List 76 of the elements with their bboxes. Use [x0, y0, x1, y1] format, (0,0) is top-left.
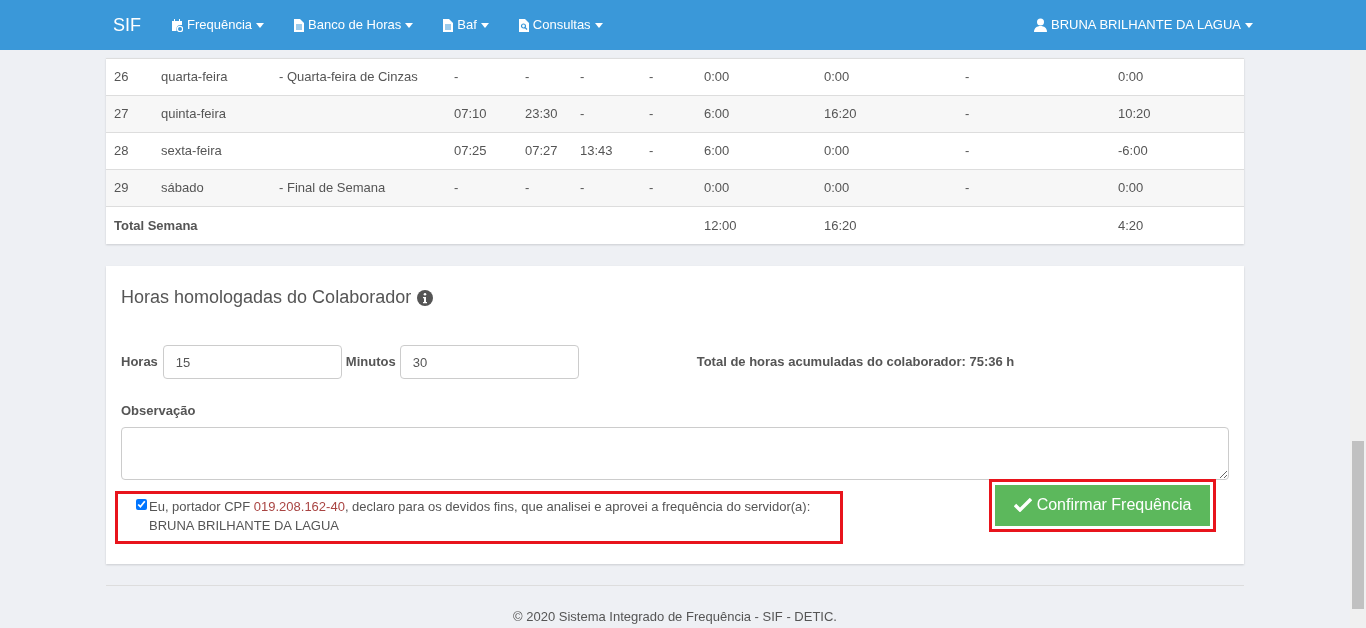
caret-icon: [256, 22, 265, 28]
table-cell-text: 07:27: [524, 142, 559, 161]
user-menu[interactable]: BRUNA BRILHANTE DA LAGUA: [1034, 15, 1253, 35]
table-cell-text: -: [579, 68, 586, 87]
total-cell-text: Total Semana: [113, 216, 199, 235]
table-cell-text: -: [453, 68, 460, 87]
caret-icon: [1245, 22, 1253, 28]
table-cell-text: -: [453, 179, 460, 198]
table-cell-text: quinta-feira: [160, 105, 228, 124]
table-cell-text: -: [524, 68, 531, 87]
table-cell-text: 16:20: [823, 105, 858, 124]
table-cell-text: 6:00: [703, 105, 731, 124]
hours-input[interactable]: 15: [162, 345, 342, 379]
table-cell-text: 27: [113, 105, 130, 124]
table-cell-text: sexta-feira: [160, 142, 223, 161]
accumulated-hours-text: Total de horas acumuladas do colaborador: 75:36 h: [696, 353, 1015, 372]
declaration-checkbox[interactable]: [136, 498, 147, 510]
total-cell-text: 4:20: [1117, 216, 1145, 235]
document-icon: [443, 18, 454, 32]
brand-link[interactable]: SIF: [113, 11, 141, 39]
table-cell-text: -: [964, 179, 971, 198]
calendar-icon: [171, 18, 183, 32]
table-cell-text: 13:43: [579, 142, 614, 161]
table-cell-text: sábado: [160, 179, 205, 198]
table-cell-text: 26: [113, 68, 130, 87]
table-cell-text: -: [964, 142, 971, 161]
table-cell-text: 0:00: [1117, 68, 1145, 87]
table-cell-text: 07:25: [453, 142, 488, 161]
minutes-input[interactable]: 30: [399, 345, 579, 379]
total-cell-text: 12:00: [703, 216, 738, 235]
search-document-icon: [518, 18, 529, 32]
confirm-button[interactable]: Confirmar Frequência: [995, 484, 1210, 526]
caret-icon: [480, 22, 489, 28]
section-title: Horas homologadas do Colaborador: [121, 286, 412, 309]
table-cell-text: 0:00: [703, 68, 731, 87]
check-icon: [1013, 498, 1032, 512]
nav-menu[interactable]: Frequência: [171, 15, 265, 35]
nav-menu[interactable]: Banco de Horas: [294, 15, 414, 35]
field-label: Horas: [121, 353, 158, 372]
user-icon: [1034, 18, 1047, 32]
table-cell-text: 07:10: [453, 105, 488, 124]
table-cell-text: 0:00: [823, 142, 851, 161]
table-cell-text: quarta-feira: [160, 68, 229, 87]
caret-icon: [405, 22, 414, 28]
table-cell-text: 29: [113, 179, 130, 198]
table-cell-text: -: [648, 105, 655, 124]
table-cell-text: -: [648, 179, 655, 198]
table-cell-text: 0:00: [1117, 179, 1145, 198]
caret-icon: [594, 22, 603, 28]
table-cell-text: -: [648, 142, 655, 161]
table-cell-text: 0:00: [703, 179, 731, 198]
table-cell-text: -: [579, 179, 586, 198]
table-cell-text: 28: [113, 142, 130, 161]
declaration-text: Eu, portador CPF 019.208.162-40, declaro para os devidos fins, que analisei e aprovei a frequência do servidor(a):: [149, 497, 811, 516]
field-label: Observação: [121, 402, 197, 420]
table-cell-text: -: [964, 105, 971, 124]
table-cell-text: -: [648, 68, 655, 87]
field-label: Minutos: [345, 353, 396, 372]
info-icon[interactable]: [417, 289, 434, 306]
table-cell-text: -: [964, 68, 971, 87]
total-cell-text: 16:20: [823, 216, 858, 235]
document-icon: [294, 18, 305, 32]
table-cell-text: 6:00: [703, 142, 731, 161]
footer-text: © 2020 Sistema Integrado de Frequência - SIF - DETIC.: [513, 608, 837, 626]
table-cell-text: - Quarta-feira de Cinzas: [278, 68, 419, 87]
table-cell-text: 0:00: [823, 68, 851, 87]
nav-menu[interactable]: Baf: [443, 15, 489, 35]
table-cell-text: 10:20: [1117, 105, 1152, 124]
employee-name: BRUNA BRILHANTE DA LAGUA: [149, 516, 340, 535]
table-cell-text: 23:30: [524, 105, 559, 124]
table-cell-text: -: [579, 105, 586, 124]
table-cell-text: -: [524, 179, 531, 198]
table-cell-text: 0:00: [823, 179, 851, 198]
table-cell-text: - Final de Semana: [278, 179, 387, 198]
nav-menu[interactable]: Consultas: [518, 15, 603, 35]
table-cell-text: -6:00: [1117, 142, 1149, 161]
